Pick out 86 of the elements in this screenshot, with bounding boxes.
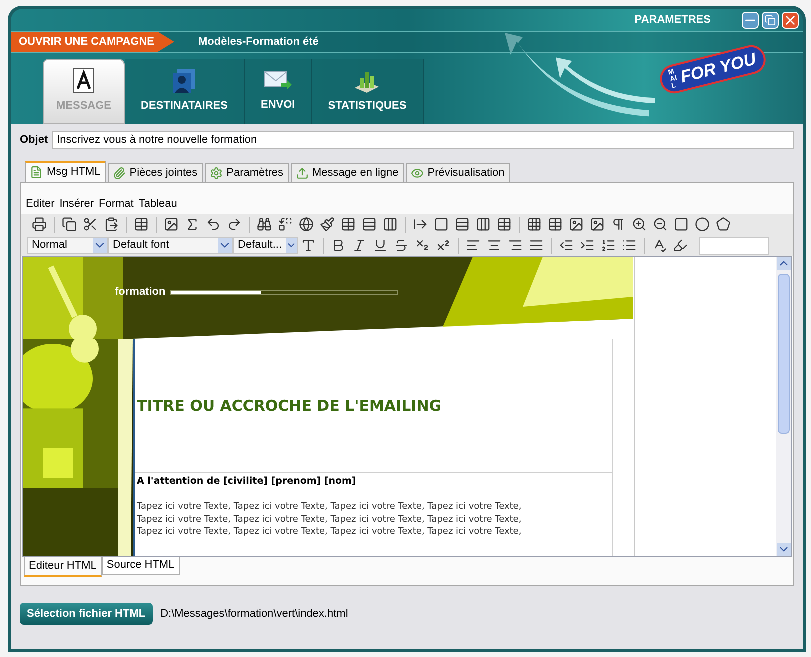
pilcrow-icon[interactable] [611,217,626,232]
chevron-down-icon [218,238,232,253]
dropdown[interactable]: Normal [27,237,108,254]
open-campaign-button[interactable]: OUVRIR UNE CAMPAGNE [11,32,174,52]
columns-icon[interactable] [383,217,398,232]
scrollbar[interactable] [776,257,791,556]
sigma-icon[interactable] [185,217,200,232]
file-path: D:\Messages\formation\vert\index.html [160,606,348,622]
superscript-icon[interactable] [436,238,451,253]
editor-tab[interactable]: Message en ligne [290,163,404,182]
chevron-down-icon [93,238,107,253]
editor-tab[interactable]: Pièces jointes [108,163,203,182]
editor-tab[interactable]: Msg HTML [25,161,106,182]
bold-icon[interactable] [331,238,346,253]
rows-icon[interactable] [362,217,377,232]
nav-tab[interactable]: STATISTIQUES [312,59,424,124]
paste-icon[interactable] [104,217,119,232]
salutation: A l'attention de [civilite] [prenom] [nom] [137,475,358,489]
polygon-icon[interactable] [716,217,731,232]
replace-icon[interactable] [278,217,293,232]
color-field[interactable] [699,236,769,254]
chevron-down-icon [286,238,297,253]
align-center-icon[interactable] [487,238,502,253]
italic-icon[interactable] [352,238,367,253]
numbered-list-icon[interactable] [601,238,616,253]
grid-icon[interactable] [527,217,542,232]
restore-icon[interactable] [762,12,779,28]
underline-icon[interactable] [373,238,388,253]
editor-tab[interactable]: Paramètres [204,163,289,182]
scroll-up-icon[interactable] [776,257,790,270]
rectangle-icon[interactable] [674,217,689,232]
outdent-icon[interactable] [559,238,574,253]
menu-item[interactable]: Editer [26,196,55,214]
menu-item[interactable]: Insérer [60,196,94,214]
zoom-in-icon[interactable] [632,217,647,232]
highlighter-icon[interactable] [673,238,688,253]
table-icon[interactable] [341,217,356,232]
subject-label: Objet [20,132,48,148]
redo-icon[interactable] [227,217,242,232]
bullet-list-icon[interactable] [622,238,637,253]
binoculars-icon[interactable] [257,217,272,232]
table-icon[interactable] [548,217,563,232]
editor-tab[interactable]: Prévisualisation [406,163,510,182]
image-icon[interactable] [569,217,584,232]
settings-label[interactable]: PARAMETRES [634,12,711,28]
body-text: Tapez ici votre Texte, Tapez ici votre Texte, Tapez ici votre Texte, Tapez ici votre Texte, Tapez ici votre Texte, Tapez ici votre Texte, Tapez ici votre Texte, Tapez ici votre Texte, Tapez ici votre Texte, Tapez ici votre Texte, Tapez ici votre Texte, Tapez ici votre Texte, [137,501,523,539]
align-right-icon[interactable] [508,238,523,253]
dropdown[interactable]: Default font [108,237,233,254]
select-file-button[interactable]: Sélection fichier HTML [20,603,153,625]
table-icon[interactable] [497,217,512,232]
rows-icon[interactable] [455,217,470,232]
nav-tab[interactable]: DESTINATAIRES [125,59,245,124]
image-icon[interactable] [164,217,179,232]
menu-item[interactable]: Format [99,196,134,214]
indent-icon[interactable] [580,238,595,253]
brush-icon[interactable] [320,217,335,232]
columns-icon[interactable] [476,217,491,232]
strikethrough-icon[interactable] [394,238,409,253]
table-icon[interactable] [134,217,149,232]
dropdown[interactable]: Default... [233,237,298,254]
nav-tab[interactable]: ENVOI [245,59,312,124]
email-heading: TITRE OU ACCROCHE DE L'EMAILING [137,396,442,418]
minimize-icon[interactable] [742,12,759,28]
subject-field[interactable]: Inscrivez vous à notre nouvelle formation [52,131,794,149]
spellcheck-icon[interactable] [652,238,667,253]
printer-icon[interactable] [32,217,47,232]
campaign-name: Modèles-Formation été [198,34,319,50]
copy-icon[interactable] [62,217,77,232]
letter-a-icon [72,68,96,94]
scroll-down-icon[interactable] [776,543,790,556]
zoom-out-icon[interactable] [653,217,668,232]
align-justify-icon[interactable] [529,238,544,253]
image-icon[interactable] [590,217,605,232]
subscript-icon[interactable] [415,238,430,253]
font-size-icon[interactable] [301,238,316,253]
align-left-icon[interactable] [466,238,481,253]
frame-icon[interactable] [434,217,449,232]
ellipse-icon[interactable] [695,217,710,232]
view-tab[interactable]: Source HTML [102,557,180,575]
close-icon[interactable] [782,12,799,28]
menu-item[interactable]: Tableau [138,196,178,214]
scissors-icon[interactable] [83,217,98,232]
view-tab[interactable]: Editeur HTML [24,557,102,577]
undo-icon[interactable] [206,217,221,232]
insert-icon[interactable] [413,217,428,232]
globe-icon[interactable] [299,217,314,232]
